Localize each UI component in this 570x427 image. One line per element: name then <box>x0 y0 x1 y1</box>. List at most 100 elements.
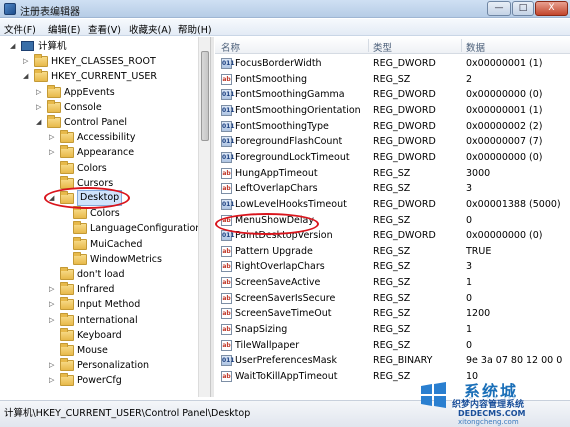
registry-value-row[interactable]: 011 FontSmoothingType REG_DWORD 0x00000002 … <box>215 119 570 135</box>
folder-icon <box>60 373 74 387</box>
tree-node-input-method[interactable]: ▷ Input Method <box>0 297 198 312</box>
tree-node-colors[interactable]: Colors <box>0 160 198 176</box>
tree-node-label: Control Panel <box>64 117 127 128</box>
values-list[interactable]: 名称 类型 数据 011 FocusBorderWidth REG_DWORD 0x0… <box>215 37 570 397</box>
pane-splitter[interactable] <box>210 37 214 397</box>
registry-value-row[interactable]: ab ScreenSaveActive REG_SZ 1 <box>215 275 570 291</box>
tree-node-cursors[interactable]: Cursors <box>0 175 198 191</box>
expand-arrow-icon[interactable]: ▷ <box>36 103 43 111</box>
value-type: REG_DWORD <box>373 120 436 132</box>
tree-node-accessibility[interactable]: ▷ Accessibility <box>0 130 198 145</box>
collapse-arrow-icon[interactable]: ◢ <box>23 73 30 80</box>
tree-node-appevents[interactable]: ▷ AppEvents <box>0 84 198 100</box>
column-divider[interactable] <box>368 39 369 52</box>
tree-node-keyboard[interactable]: Keyboard <box>0 327 198 343</box>
value-data: 2 <box>466 73 473 85</box>
value-data: 0 <box>466 214 473 226</box>
maximize-button[interactable]: □ <box>512 1 534 16</box>
registry-tree[interactable]: ◢ 计算机 ▷ HKEY_CLASSES_ROOT ◢ HKEY_CURRENT_USER… <box>0 37 210 397</box>
registry-value-row[interactable]: 011 LowLevelHooksTimeout REG_DWORD 0x000013… <box>215 197 570 213</box>
value-type: REG_SZ <box>373 261 411 273</box>
tree-scrollbar[interactable] <box>198 37 210 397</box>
registry-value-row[interactable]: ab ScreenSaverIsSecure REG_SZ 0 <box>215 291 570 307</box>
value-data: 1 <box>466 277 473 289</box>
string-value-icon: ab <box>221 371 232 382</box>
tree-node-console[interactable]: ▷ Console <box>0 99 198 115</box>
expand-arrow-icon[interactable]: ▷ <box>49 286 56 293</box>
collapse-arrow-icon[interactable]: ◢ <box>49 195 56 202</box>
tree-scrollbar-thumb[interactable] <box>201 51 209 141</box>
registry-value-row[interactable]: 011 UserPreferencesMask REG_BINARY 9e 3a 07… <box>215 353 570 369</box>
registry-value-row[interactable]: ab Pattern Upgrade REG_SZ TRUE <box>215 244 570 260</box>
tree-node-label: Mouse <box>77 345 108 356</box>
tree-node-label: Console <box>64 101 102 113</box>
column-divider[interactable] <box>461 39 462 52</box>
minimize-button[interactable]: — <box>487 1 511 16</box>
tree-node-hkey-classes-root[interactable]: ▷ HKEY_CLASSES_ROOT <box>0 54 198 69</box>
expand-arrow-icon[interactable]: ▷ <box>49 301 56 308</box>
value-name: ScreenSaverIsSecure <box>235 292 336 304</box>
collapse-arrow-icon[interactable]: ◢ <box>10 43 17 50</box>
expand-arrow-icon[interactable]: ▷ <box>49 377 56 384</box>
tree-node-infrared[interactable]: ▷ Infrared <box>0 282 198 297</box>
menu-file[interactable]: 文件(F) <box>4 22 36 36</box>
folder-icon <box>60 267 74 280</box>
tree-node-label: HKEY_CLASSES_ROOT <box>51 56 156 68</box>
tree-node-windowmetrics[interactable]: WindowMetrics <box>0 251 198 267</box>
value-type: REG_SZ <box>373 73 411 85</box>
registry-value-row[interactable]: ab TileWallpaper REG_SZ 0 <box>215 338 570 354</box>
column-name-header[interactable]: 名称 <box>221 40 240 54</box>
registry-value-row[interactable]: 011 FontSmoothingOrientation REG_DWORD 0x00… <box>215 103 570 119</box>
tree-node-international[interactable]: ▷ International <box>0 312 198 328</box>
expand-arrow-icon[interactable]: ▷ <box>49 316 56 324</box>
expand-arrow-icon[interactable]: ▷ <box>23 58 30 65</box>
tree-node-languageconfiguration[interactable]: LanguageConfiguration <box>0 221 201 236</box>
registry-value-row[interactable]: 011 ForegroundFlashCount REG_DWORD 0x000000… <box>215 134 570 150</box>
expand-arrow-icon[interactable]: ▷ <box>49 134 56 141</box>
registry-value-row[interactable]: ab ScreenSaveTimeOut REG_SZ 1200 <box>215 306 570 322</box>
value-type: REG_DWORD <box>373 104 436 116</box>
tree-node-hkey-current-user[interactable]: ◢ HKEY_CURRENT_USER <box>0 69 198 84</box>
value-type: REG_SZ <box>373 214 411 226</box>
registry-value-row[interactable]: 011 PaintDesktopVersion REG_DWORD 0x0000000… <box>215 228 570 244</box>
registry-value-row[interactable]: ab MenuShowDelay REG_SZ 0 <box>215 213 570 229</box>
menu-help[interactable]: 帮助(H) <box>178 22 212 36</box>
tree-node-mouse[interactable]: Mouse <box>0 343 198 358</box>
expand-arrow-icon[interactable]: ▷ <box>49 362 56 369</box>
column-data-header[interactable]: 数据 <box>466 40 485 54</box>
tree-node-muicached[interactable]: MuiCached <box>0 236 198 252</box>
value-type: REG_SZ <box>373 183 411 195</box>
tree-node-don-t-load[interactable]: don't load <box>0 267 198 282</box>
menu-edit[interactable]: 编辑(E) <box>48 22 80 36</box>
tree-node-colors[interactable]: Colors <box>0 206 198 221</box>
tree-node-[interactable]: ◢ 计算机 <box>0 39 198 54</box>
tree-node-desktop[interactable]: ◢ Desktop <box>0 190 198 206</box>
close-button[interactable]: X <box>535 1 568 16</box>
expand-arrow-icon[interactable]: ▷ <box>36 88 43 96</box>
value-data: 0x00000000 (0) <box>466 230 543 242</box>
value-type: REG_BINARY <box>373 355 433 367</box>
registry-value-row[interactable]: 011 FontSmoothingGamma REG_DWORD 0x00000000… <box>215 87 570 103</box>
tree-node-control-panel[interactable]: ◢ Control Panel <box>0 115 198 130</box>
registry-value-row[interactable]: ab RightOverlapChars REG_SZ 3 <box>215 259 570 275</box>
tree-node-appearance[interactable]: ▷ Appearance <box>0 145 198 160</box>
tree-node-personalization[interactable]: ▷ Personalization <box>0 358 198 373</box>
tree-node-label: don't load <box>77 269 125 280</box>
registry-value-row[interactable]: ab LeftOverlapChars REG_SZ 3 <box>215 181 570 197</box>
collapse-arrow-icon[interactable]: ◢ <box>36 119 43 126</box>
menu-favorites[interactable]: 收藏夹(A) <box>129 22 171 36</box>
value-data: 10 <box>466 371 479 382</box>
value-data: 9e 3a 07 80 12 00 0 <box>466 355 563 367</box>
tree-node-powercfg[interactable]: ▷ PowerCfg <box>0 373 198 388</box>
registry-value-row[interactable]: 011 ForegroundLockTimeout REG_DWORD 0x00000… <box>215 150 570 166</box>
registry-value-row[interactable]: ab FontSmoothing REG_SZ 2 <box>215 72 570 88</box>
registry-value-row[interactable]: ab SnapSizing REG_SZ 1 <box>215 322 570 338</box>
expand-arrow-icon[interactable]: ▷ <box>49 149 56 156</box>
column-type-header[interactable]: 类型 <box>373 40 392 54</box>
value-name: FocusBorderWidth <box>235 58 322 69</box>
menu-view[interactable]: 查看(V) <box>88 22 121 36</box>
registry-value-row[interactable]: 011 FocusBorderWidth REG_DWORD 0x00000001 (… <box>215 56 570 72</box>
registry-value-row[interactable]: ab HungAppTimeout REG_SZ 3000 <box>215 166 570 182</box>
registry-value-row[interactable]: ab WaitToKillAppTimeout REG_SZ 10 <box>215 369 570 385</box>
value-name: Pattern Upgrade <box>235 245 313 257</box>
